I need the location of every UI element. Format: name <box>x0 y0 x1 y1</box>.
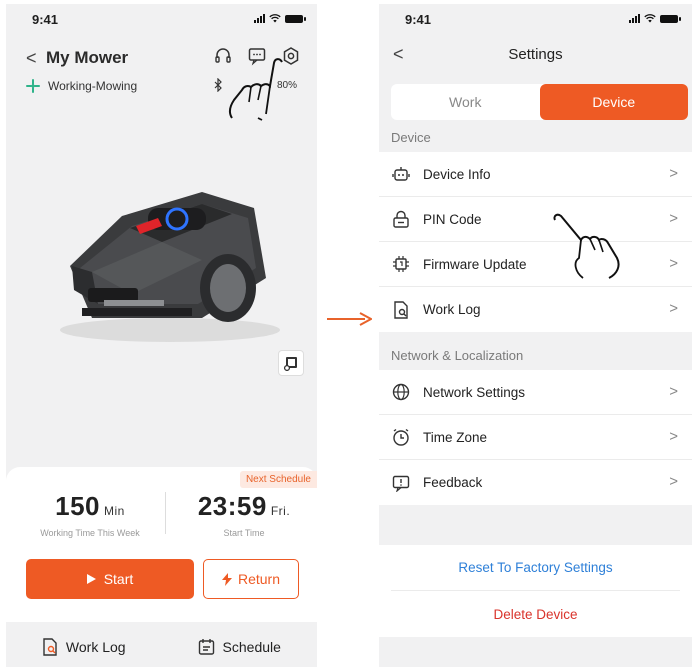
settings-tabs: Work Device <box>391 84 688 120</box>
page-title: My Mower <box>46 48 129 67</box>
feedback-row[interactable]: Feedback > <box>379 460 692 505</box>
chevron-right-icon: > <box>669 210 678 227</box>
mowing-icon <box>26 79 40 93</box>
network-settings-group: Network Settings > Time Zone > Feedback … <box>379 370 692 505</box>
tab-work[interactable]: Work <box>391 84 540 120</box>
firmware-update-label: Firmware Update <box>423 256 527 272</box>
map-icon <box>283 357 297 371</box>
tab-device[interactable]: Device <box>539 84 688 120</box>
settings-screen: 9:41 < Settings Work Device Device Devic… <box>379 4 692 667</box>
work-time-row: 150 Min <box>20 491 160 522</box>
work-log-label: Work Log <box>423 302 481 317</box>
battery-icon <box>660 14 681 23</box>
bottom-schedule-label: Schedule <box>222 638 281 655</box>
work-time-caption: Working Time This Week <box>40 528 140 538</box>
play-icon <box>86 574 96 584</box>
work-log-row[interactable]: Work Log > <box>379 287 692 332</box>
stats-divider <box>165 492 166 534</box>
clock-icon <box>391 427 411 447</box>
pin-code-row[interactable]: PIN Code > <box>379 197 692 242</box>
delete-device-button[interactable]: Delete Device <box>379 591 692 637</box>
chevron-right-icon: > <box>669 255 678 272</box>
start-time-value: 23:59 <box>197 491 267 521</box>
time-zone-label: Time Zone <box>423 429 488 445</box>
bottom-work-log-label: Work Log <box>65 638 126 655</box>
chevron-right-icon: > <box>669 165 678 182</box>
lock-icon <box>391 209 411 229</box>
signal-icon <box>629 14 640 23</box>
start-time-unit: Fri. <box>270 504 291 518</box>
firmware-update-row[interactable]: Firmware Update > <box>379 242 692 287</box>
signal-icon <box>254 14 265 23</box>
chevron-right-icon: > <box>669 383 678 400</box>
system-icons <box>254 14 306 23</box>
mower-illustration <box>60 192 280 342</box>
start-label: Start <box>103 571 134 587</box>
system-icons-right <box>629 14 681 23</box>
network-settings-row[interactable]: Network Settings > <box>379 370 692 415</box>
next-schedule-badge[interactable]: Next Schedule <box>239 471 317 488</box>
status-text: Working-Mowing <box>48 79 138 93</box>
start-time-caption: Start Time <box>223 528 265 538</box>
time-zone-row[interactable]: Time Zone > <box>379 415 692 460</box>
device-section-label: Device <box>391 130 431 145</box>
work-time-value: 150 <box>55 491 101 521</box>
bottom-work-log[interactable]: Work Log <box>6 626 162 667</box>
device-info-label: Device Info <box>423 166 491 182</box>
schedule-icon <box>198 639 214 655</box>
device-settings-group: Device Info > PIN Code > Firmware Update… <box>379 152 692 332</box>
work-time-stat: 150 Min Working Time This Week <box>20 491 160 538</box>
chip-icon <box>391 254 411 274</box>
network-settings-label: Network Settings <box>423 384 526 400</box>
robot-icon <box>391 164 411 184</box>
status-time: 9:41 <box>32 12 59 27</box>
work-log-icon <box>43 637 57 656</box>
bottom-bar: Work Log Schedule <box>6 626 317 667</box>
pointing-hand-icon <box>228 58 283 121</box>
work-time-unit: Min <box>104 504 125 518</box>
status-bar: 9:41 <box>6 4 317 34</box>
bottom-schedule[interactable]: Schedule <box>162 626 318 667</box>
battery-icon <box>285 14 306 23</box>
back-button[interactable]: < <box>26 48 37 69</box>
lightning-icon <box>221 572 232 586</box>
return-button[interactable]: Return <box>203 559 299 599</box>
settings-title: Settings <box>508 46 563 63</box>
log-icon <box>391 300 411 320</box>
chevron-right-icon: > <box>669 473 678 490</box>
feedback-label: Feedback <box>423 475 483 490</box>
mower-status: Working-Mowing <box>26 79 137 93</box>
device-info-row[interactable]: Device Info > <box>379 152 692 197</box>
chevron-right-icon: > <box>669 300 678 317</box>
status-bar-right: 9:41 <box>379 4 692 34</box>
return-label: Return <box>237 571 281 587</box>
start-time-row: 23:59 Fri. <box>174 491 314 522</box>
transition-arrow-icon <box>327 312 372 326</box>
wifi-icon <box>644 14 656 23</box>
chevron-right-icon: > <box>669 428 678 445</box>
start-time-stat: 23:59 Fri. Start Time <box>174 491 314 538</box>
wifi-icon <box>269 14 281 23</box>
map-button[interactable] <box>278 350 304 376</box>
start-button[interactable]: Start <box>26 559 194 599</box>
feedback-icon <box>391 473 411 493</box>
globe-icon <box>391 382 411 402</box>
pointing-hand-icon <box>553 213 620 279</box>
network-section-label: Network & Localization <box>391 348 524 363</box>
pin-code-label: PIN Code <box>423 211 482 227</box>
status-time-right: 9:41 <box>405 12 432 27</box>
reset-factory-button[interactable]: Reset To Factory Settings <box>391 545 680 591</box>
danger-actions-group: Reset To Factory Settings Delete Device <box>379 545 692 637</box>
mower-home-screen: 9:41 < My Mower Working-Mowing 80% Next … <box>6 4 317 667</box>
